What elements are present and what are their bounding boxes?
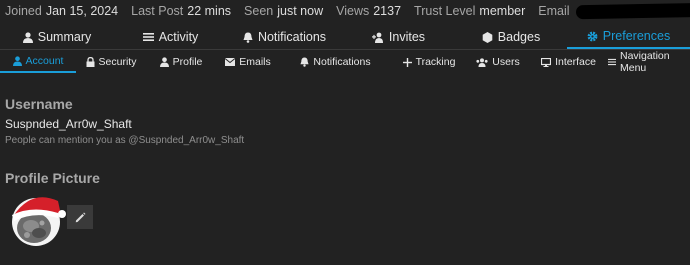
tab-label: Badges	[497, 30, 541, 44]
bell-icon	[300, 57, 309, 67]
username-heading: Username	[5, 96, 73, 112]
tab-invites[interactable]: Invites	[342, 25, 455, 49]
user-plus-icon	[371, 32, 383, 43]
stat-views: Views 2137	[336, 4, 401, 18]
subtab-label: Tracking	[415, 56, 456, 68]
stat-label: Seen	[244, 4, 274, 18]
stat-value[interactable]: 22 mins	[187, 4, 231, 18]
pencil-icon	[75, 212, 85, 222]
desktop-icon	[541, 57, 552, 67]
subtab-notifications[interactable]: Notifications	[280, 51, 391, 73]
stat-value: just now	[277, 4, 324, 18]
tab-label: Invites	[388, 30, 426, 44]
stat-email: Email	[538, 3, 690, 20]
email-redaction	[575, 3, 690, 20]
subtab-tracking[interactable]: Tracking	[391, 51, 467, 73]
subtab-label: Account	[25, 55, 64, 67]
subtab-label: Users	[492, 56, 520, 68]
tab-preferences[interactable]: Preferences	[567, 25, 690, 49]
subtab-label: Security	[98, 56, 137, 68]
username-value: Suspnded_Arr0w_Shaft	[5, 117, 132, 131]
tab-summary[interactable]: Summary	[0, 25, 114, 49]
mention-hint: People can mention you as @Suspnded_Arr0…	[5, 135, 245, 146]
user-icon	[22, 31, 33, 43]
stat-value: 2137	[373, 4, 402, 18]
stat-trust-level: Trust Level member	[414, 4, 525, 18]
user-icon	[12, 56, 22, 66]
subtab-label: Notifications	[313, 56, 371, 68]
stat-label: Trust Level	[414, 4, 476, 18]
bars-icon	[608, 58, 616, 66]
bell-icon	[243, 32, 253, 43]
user-stats-bar: Joined Jan 15, 2024 Last Post 22 mins Seen…	[5, 0, 690, 22]
user-icon	[159, 57, 169, 67]
subtab-label: Interface	[555, 56, 596, 68]
lock-icon	[86, 57, 95, 67]
plus-icon	[402, 57, 412, 67]
tab-label: Preferences	[602, 29, 671, 43]
stat-seen: Seen just now	[244, 4, 323, 18]
stat-label: Last Post	[131, 4, 184, 18]
stat-label: Email	[538, 3, 570, 18]
stat-label: Joined	[5, 4, 42, 18]
profile-picture-heading: Profile Picture	[5, 170, 100, 186]
tab-notifications[interactable]: Notifications	[227, 25, 342, 49]
stat-label: Views	[336, 4, 370, 18]
subtab-users[interactable]: Users	[467, 51, 529, 73]
subtab-account[interactable]: Account	[0, 51, 76, 73]
user-nav-tabs: Summary Activity Notifications Invites B…	[0, 25, 690, 50]
tab-badges[interactable]: Badges	[455, 25, 567, 49]
gear-icon	[587, 31, 598, 41]
subtab-security[interactable]: Security	[76, 51, 146, 73]
envelope-icon	[225, 58, 236, 66]
stat-last-post: Last Post 22 mins	[131, 4, 231, 18]
list-icon	[142, 33, 154, 41]
tab-label: Activity	[158, 30, 199, 44]
subtab-interface[interactable]: Interface	[529, 51, 608, 73]
subtab-label: Emails	[239, 56, 271, 68]
preferences-subnav: Account Security Profile Emails Notifica…	[0, 50, 690, 74]
tab-activity[interactable]: Activity	[114, 25, 227, 49]
tab-label: Notifications	[257, 30, 327, 44]
subtab-label: Navigation Menu	[620, 50, 670, 74]
badge-icon	[482, 31, 493, 43]
tab-label: Summary	[37, 30, 92, 44]
stat-value[interactable]: Jan 15, 2024	[46, 4, 118, 18]
subtab-navigation-menu[interactable]: Navigation Menu	[608, 50, 690, 74]
subtab-label: Profile	[172, 56, 203, 68]
stat-value: member	[479, 4, 526, 18]
avatar[interactable]	[8, 193, 66, 247]
subtab-profile[interactable]: Profile	[146, 51, 216, 73]
stat-joined: Joined Jan 15, 2024	[5, 4, 118, 18]
edit-avatar-button[interactable]	[67, 205, 93, 229]
users-icon	[476, 57, 488, 67]
subtab-emails[interactable]: Emails	[216, 51, 280, 73]
